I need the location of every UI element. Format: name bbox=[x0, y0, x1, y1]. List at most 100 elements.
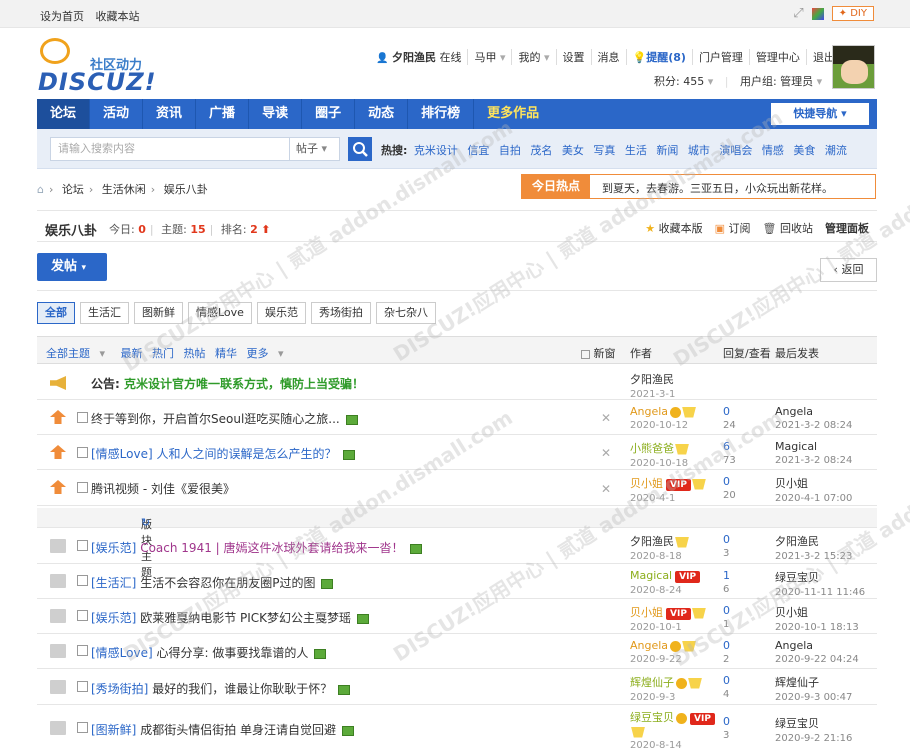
menu-settings[interactable]: 设置 bbox=[555, 49, 591, 65]
last-user[interactable]: 绿豆宝贝 bbox=[775, 569, 865, 585]
filter-latest[interactable]: 最新 bbox=[121, 347, 143, 360]
hot-word[interactable]: 生活 bbox=[625, 144, 647, 157]
thread-category[interactable]: [娱乐范] bbox=[91, 541, 136, 555]
checkbox[interactable] bbox=[77, 722, 88, 733]
reply-count[interactable]: 0 bbox=[723, 533, 730, 546]
menu-messages[interactable]: 消息 bbox=[590, 49, 626, 65]
nav-broadcast[interactable]: 广播 bbox=[196, 99, 250, 129]
last-user[interactable]: 绿豆宝贝 bbox=[775, 715, 852, 731]
last-user[interactable]: 贝小姐 bbox=[775, 475, 852, 491]
checkbox[interactable] bbox=[77, 412, 88, 423]
announcement-title[interactable]: 公告: 克米设计官方唯一联系方式，慎防上当受骗！ bbox=[91, 375, 364, 392]
tab-life[interactable]: 生活汇 bbox=[80, 302, 129, 324]
nav-guide[interactable]: 导读 bbox=[249, 99, 303, 129]
checkbox[interactable] bbox=[77, 681, 88, 692]
user-name[interactable]: 👤 夕阳渔民 在线 bbox=[370, 49, 467, 65]
author-name[interactable]: Angela bbox=[630, 639, 668, 652]
nav-news[interactable]: 资讯 bbox=[143, 99, 197, 129]
menu-mine[interactable]: 我的 ▾ bbox=[511, 49, 555, 65]
style-icon[interactable] bbox=[811, 7, 824, 20]
checkbox[interactable] bbox=[77, 645, 88, 656]
last-user[interactable]: 贝小姐 bbox=[775, 604, 859, 620]
hot-word[interactable]: 茂名 bbox=[530, 144, 552, 157]
checkbox[interactable] bbox=[77, 482, 88, 493]
reply-count[interactable]: 0 bbox=[723, 639, 730, 652]
quick-nav-button[interactable]: 快捷导航 ▾ bbox=[771, 103, 869, 125]
author-name[interactable]: 贝小姐 bbox=[630, 606, 663, 619]
close-icon[interactable]: ✕ bbox=[601, 446, 611, 460]
new-post-button[interactable]: 发帖 ▾ bbox=[37, 253, 107, 281]
checkbox[interactable] bbox=[581, 349, 590, 359]
thread-title[interactable]: [图新鲜] 成都街头情侣街拍 单身汪请自觉回避 bbox=[91, 721, 355, 738]
filter-all[interactable]: 全部主题 ▾ bbox=[46, 347, 111, 360]
checkbox[interactable] bbox=[77, 575, 88, 586]
reply-count[interactable]: 1 bbox=[723, 569, 730, 582]
hot-word[interactable]: 自拍 bbox=[499, 144, 521, 157]
fullscreen-icon[interactable]: ⤢ bbox=[793, 6, 803, 21]
thread-title[interactable]: [娱乐范] 欧莱雅戛纳电影节 PICK梦幻公主戛梦瑶 bbox=[91, 609, 370, 626]
filter-hot[interactable]: 热门 bbox=[152, 347, 174, 360]
last-date[interactable]: 2020-10-1 18:13 bbox=[775, 622, 859, 633]
thread-category[interactable]: [秀场街拍] bbox=[91, 682, 148, 696]
nav-activity[interactable]: 活动 bbox=[90, 99, 144, 129]
close-icon[interactable]: ✕ bbox=[601, 411, 611, 425]
hot-word[interactable]: 新闻 bbox=[656, 144, 678, 157]
menu-majia[interactable]: 马甲 ▾ bbox=[467, 49, 511, 65]
nav-forum[interactable]: 论坛 bbox=[37, 99, 91, 129]
menu-admin[interactable]: 管理中心 bbox=[748, 49, 806, 65]
tab-misc[interactable]: 杂七杂八 bbox=[375, 302, 436, 324]
last-user[interactable]: Angela bbox=[775, 405, 852, 418]
author-name[interactable]: Magical bbox=[630, 569, 672, 582]
tab-entertainment[interactable]: 娱乐范 bbox=[256, 302, 306, 324]
credits[interactable]: 积分: 455 bbox=[654, 75, 704, 88]
last-user[interactable]: Angela bbox=[775, 639, 859, 652]
last-date[interactable]: 2021-3-2 15:23 bbox=[775, 551, 852, 562]
checkbox[interactable] bbox=[77, 447, 88, 458]
site-logo[interactable]: 社区动力 DISCUZ! bbox=[38, 38, 158, 96]
last-date[interactable]: 2021-3-2 08:24 bbox=[775, 420, 852, 431]
hot-word[interactable]: 美女 bbox=[562, 144, 584, 157]
nav-more-works[interactable]: 更多作品 bbox=[474, 99, 552, 129]
last-user[interactable]: 夕阳渔民 bbox=[775, 533, 852, 549]
last-date[interactable]: 2020-11-11 11:46 bbox=[775, 587, 865, 598]
last-date[interactable]: 2020-9-3 00:47 bbox=[775, 692, 852, 703]
search-type-select[interactable]: 帖子 ▾ bbox=[290, 137, 340, 161]
thread-title[interactable]: [生活汇] 生活不会容忍你在朋友圈P过的图 bbox=[91, 574, 334, 591]
favorite-forum-link[interactable]: ★ 收藏本版 bbox=[645, 220, 702, 236]
reply-count[interactable]: 6 bbox=[723, 440, 736, 453]
thread-category[interactable]: [情感Love] bbox=[91, 646, 153, 660]
back-button[interactable]: ‹ 返回 bbox=[820, 258, 877, 282]
last-user[interactable]: Magical bbox=[775, 440, 852, 453]
reply-count[interactable]: 0 bbox=[723, 475, 736, 488]
menu-reminder[interactable]: 💡提醒(8) bbox=[625, 49, 692, 65]
hot-word[interactable]: 情感 bbox=[762, 144, 784, 157]
home-icon[interactable]: ⌂ bbox=[37, 183, 44, 196]
thread-category[interactable]: [娱乐范] bbox=[91, 611, 136, 625]
breadcrumb-category[interactable]: 生活休闲 bbox=[102, 183, 146, 196]
thread-category[interactable]: [情感Love] bbox=[91, 447, 153, 461]
author-name[interactable]: Angela bbox=[630, 405, 668, 418]
thread-title[interactable]: [情感Love] 人和人之间的误解是怎么产生的？ bbox=[91, 445, 355, 462]
author-name[interactable]: 贝小姐 bbox=[630, 477, 663, 490]
hot-word[interactable]: 美食 bbox=[793, 144, 815, 157]
last-date[interactable]: 2020-9-2 21:16 bbox=[775, 733, 852, 744]
last-user[interactable]: 辉煌仙子 bbox=[775, 674, 852, 690]
subscribe-link[interactable]: ▣ 订阅 bbox=[715, 220, 751, 236]
reply-count[interactable]: 0 bbox=[723, 674, 730, 687]
last-date[interactable]: 2021-3-2 08:24 bbox=[775, 455, 852, 466]
tab-love[interactable]: 情感Love bbox=[188, 302, 252, 324]
thread-title[interactable]: [娱乐范] Coach 1941 | 唐嫣这件冰球外套请给我来一沓！ bbox=[91, 539, 422, 556]
reply-count[interactable]: 0 bbox=[723, 715, 730, 728]
thread-title[interactable]: 腾讯视频 - 刘佳《爱很美》 bbox=[91, 480, 235, 497]
thread-title[interactable]: [情感Love] 心得分享: 做事要找靠谱的人 bbox=[91, 644, 327, 661]
filter-digest[interactable]: 精华 bbox=[215, 347, 237, 360]
hot-word[interactable]: 城市 bbox=[688, 144, 710, 157]
hot-word[interactable]: 信宜 bbox=[467, 144, 489, 157]
close-icon[interactable]: ✕ bbox=[601, 482, 611, 496]
new-window-toggle[interactable]: 新窗 bbox=[581, 345, 616, 361]
bookmark-link[interactable]: 收藏本站 bbox=[96, 10, 140, 23]
hot-word[interactable]: 写真 bbox=[593, 144, 615, 157]
recycle-link[interactable]: 🗑 回收站 bbox=[763, 220, 813, 236]
diy-button[interactable]: ✦ DIY bbox=[831, 6, 874, 21]
tab-street[interactable]: 秀场街拍 bbox=[310, 302, 371, 324]
